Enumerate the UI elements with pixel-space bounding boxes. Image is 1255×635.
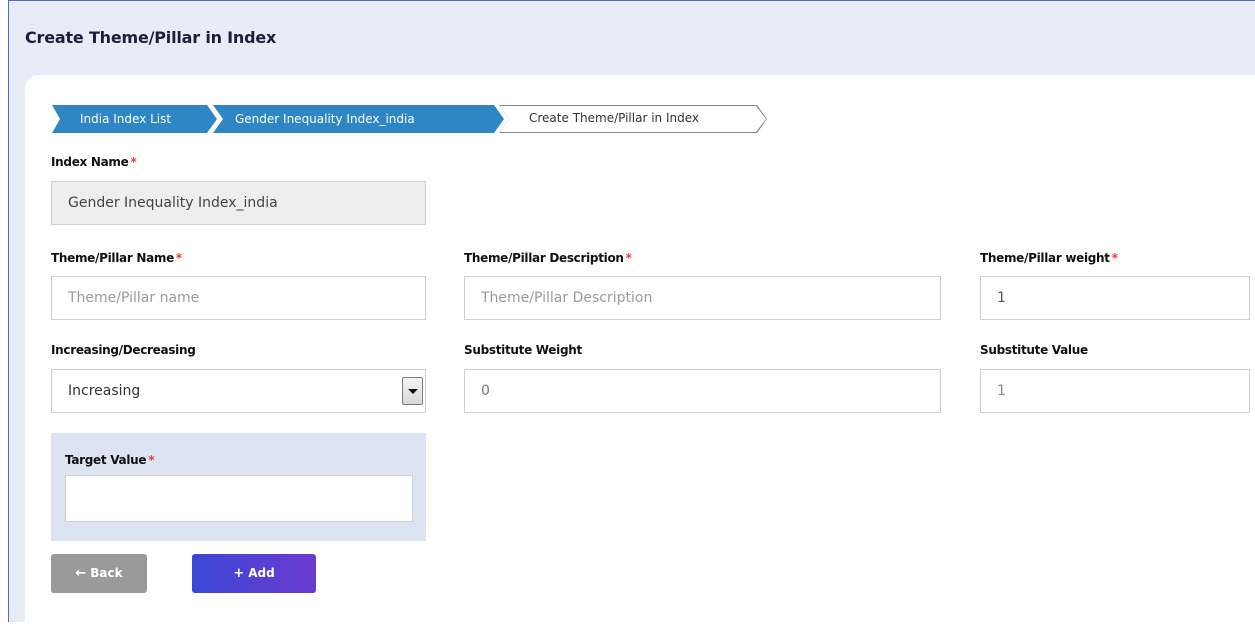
index-name-label: Index Name * — [51, 155, 137, 169]
direction-selected: Increasing — [68, 383, 141, 399]
breadcrumb-label: India Index List — [80, 112, 172, 126]
required-mark: * — [130, 155, 137, 169]
index-name-field: Gender Inequality Index_india — [51, 181, 426, 225]
theme-description-label-text: Theme/Pillar Description — [464, 251, 624, 265]
required-mark: * — [148, 453, 155, 467]
direction-select[interactable]: Increasing — [51, 369, 426, 413]
substitute-weight-label: Substitute Weight — [464, 343, 582, 357]
back-button[interactable]: ← Back — [51, 554, 147, 593]
theme-name-input[interactable]: Theme/Pillar name — [51, 276, 426, 320]
back-button-label: Back — [90, 566, 123, 580]
target-value-input[interactable] — [65, 475, 413, 522]
direction-label: Increasing/Decreasing — [51, 343, 196, 357]
substitute-value-input[interactable]: 1 — [980, 369, 1250, 413]
theme-weight-label-text: Theme/Pillar weight — [980, 251, 1110, 265]
required-mark: * — [625, 251, 632, 265]
theme-description-label: Theme/Pillar Description * — [464, 251, 632, 265]
app-frame: Create Theme/Pillar in Index India Index… — [8, 0, 1255, 635]
theme-name-label: Theme/Pillar Name * — [51, 251, 182, 265]
theme-weight-input[interactable]: 1 — [980, 276, 1250, 320]
target-value-label-text: Target Value — [65, 453, 147, 467]
theme-description-input[interactable]: Theme/Pillar Description — [464, 276, 941, 320]
breadcrumb-label: Gender Inequality Index_india — [235, 112, 415, 126]
add-button-label: Add — [248, 566, 275, 580]
substitute-weight-input[interactable]: 0 — [464, 369, 941, 413]
breadcrumb-gender-inequality-index[interactable]: Gender Inequality Index_india — [213, 105, 504, 133]
required-mark: * — [1111, 251, 1118, 265]
form-card: India Index List Gender Inequality Index… — [25, 75, 1255, 635]
index-name-label-text: Index Name — [51, 155, 129, 169]
chevron-down-icon[interactable] — [402, 377, 423, 405]
target-value-label: Target Value * — [65, 453, 155, 467]
substitute-value-label: Substitute Value — [980, 343, 1088, 357]
arrow-left-icon: ← — [75, 566, 87, 581]
plus-icon: + — [233, 566, 245, 581]
breadcrumb-label: Create Theme/Pillar in Index — [529, 111, 699, 125]
add-button[interactable]: + Add — [192, 554, 316, 593]
page-title: Create Theme/Pillar in Index — [25, 28, 277, 47]
required-mark: * — [175, 251, 182, 265]
theme-weight-label: Theme/Pillar weight * — [980, 251, 1118, 265]
theme-name-label-text: Theme/Pillar Name — [51, 251, 174, 265]
breadcrumb-current: Create Theme/Pillar in Index — [499, 105, 767, 133]
breadcrumb-india-index-list[interactable]: India Index List — [52, 105, 217, 133]
target-value-panel: Target Value * — [51, 433, 426, 541]
